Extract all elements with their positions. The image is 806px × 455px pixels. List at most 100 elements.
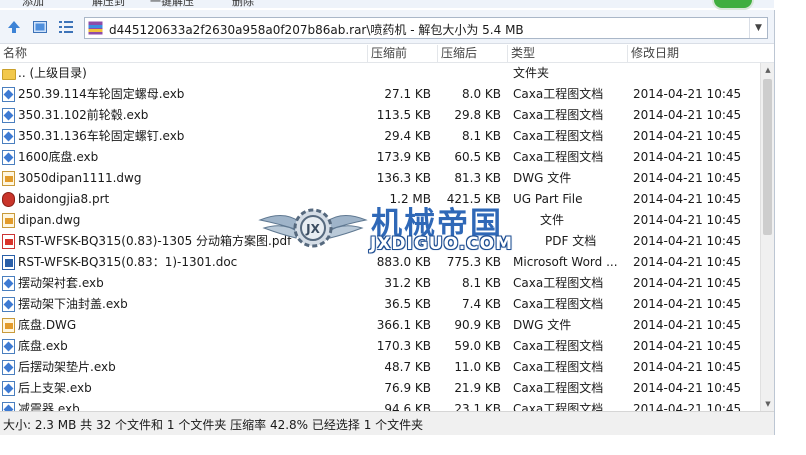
list-item[interactable]: 底盘.exb 170.3 KB 59.0 KB Caxa工程图文档 2014-0… [0, 336, 760, 357]
file-size: 366.1 KB [376, 318, 431, 332]
file-size: 94.6 KB [384, 402, 431, 411]
file-date: 2014-04-21 10:45 [633, 213, 742, 227]
vertical-scrollbar[interactable]: ▲ ▼ [760, 63, 774, 411]
file-type: Caxa工程图文档 [513, 129, 604, 143]
list-item[interactable]: 3050dipan1111.dwg 136.3 KB 81.3 KB DWG 文… [0, 168, 760, 189]
pdf-file-icon [2, 234, 15, 249]
list-item-parent-folder[interactable]: .. (上级目录) 文件夹 [0, 63, 760, 84]
file-name: 350.31.136车轮固定螺钉.exb [18, 129, 185, 143]
exb-file-icon [2, 108, 15, 123]
list-item[interactable]: 250.39.114车轮固定螺母.exb 27.1 KB 8.0 KB Caxa… [0, 84, 760, 105]
file-type: Caxa工程图文档 [513, 150, 604, 164]
column-size-header[interactable]: 压缩前 [368, 45, 438, 62]
file-packed-size: 775.3 KB [446, 255, 501, 269]
list-item[interactable]: 350.31.136车轮固定螺钉.exb 29.4 KB 8.1 KB Caxa… [0, 126, 760, 147]
file-type: Caxa工程图文档 [513, 276, 604, 290]
dwg-file-icon [2, 318, 15, 333]
security-shield-icon[interactable] [712, 0, 754, 10]
file-size: 48.7 KB [384, 360, 431, 374]
file-packed-size: 8.1 KB [462, 129, 501, 143]
column-packed-header[interactable]: 压缩后 [438, 45, 508, 62]
exb-file-icon [2, 381, 15, 396]
file-name: 350.31.102前轮毂.exb [18, 108, 149, 122]
file-type: Caxa工程图文档 [513, 402, 604, 411]
window-edge [774, 10, 806, 435]
list-item[interactable]: 350.31.102前轮毂.exb 113.5 KB 29.8 KB Caxa工… [0, 105, 760, 126]
file-date: 2014-04-21 10:45 [633, 108, 742, 122]
list-item[interactable]: 摆动架衬套.exb 31.2 KB 8.1 KB Caxa工程图文档 2014-… [0, 273, 760, 294]
exb-file-icon [2, 150, 15, 165]
file-date: 2014-04-21 10:45 [633, 297, 742, 311]
file-date: 2014-04-21 10:45 [633, 276, 742, 290]
file-date: 2014-04-21 10:45 [633, 234, 742, 248]
add-button[interactable]: 添加 [22, 0, 44, 8]
file-size: 1.2 MB [389, 192, 431, 206]
file-date: 2014-04-21 10:45 [633, 255, 742, 269]
list-item[interactable]: RST-WFSK-BQ315(0.83：1)-1301.doc 883.0 KB… [0, 252, 760, 273]
doc-file-icon [2, 255, 15, 270]
file-date: 2014-04-21 10:45 [633, 402, 742, 411]
prt-file-icon [2, 192, 15, 207]
list-item[interactable]: RST-WFSK-BQ315(0.83)-1305 分动箱方案图.pdf PDF… [0, 231, 760, 252]
file-type: Caxa工程图文档 [513, 87, 604, 101]
file-packed-size: 421.5 KB [446, 192, 501, 206]
file-packed-size: 81.3 KB [454, 171, 501, 185]
list-item[interactable]: 摆动架下油封盖.exb 36.5 KB 7.4 KB Caxa工程图文档 201… [0, 294, 760, 315]
view-icon[interactable] [30, 17, 50, 37]
file-size: 170.3 KB [376, 339, 431, 353]
exb-file-icon [2, 402, 15, 411]
list-item[interactable]: 减震器.exb 94.6 KB 23.1 KB Caxa工程图文档 2014-0… [0, 399, 760, 411]
file-packed-size: 11.0 KB [454, 360, 501, 374]
exb-file-icon [2, 276, 15, 291]
delete-button[interactable]: 删除 [232, 0, 254, 8]
desktop-background [0, 435, 806, 455]
exb-file-icon [2, 360, 15, 375]
address-bar-row: d445120633a2f2630a958a0f207b86ab.rar\喷药机… [0, 10, 774, 44]
file-date: 2014-04-21 10:45 [633, 87, 742, 101]
list-item[interactable]: 后摆动架垫片.exb 48.7 KB 11.0 KB Caxa工程图文档 201… [0, 357, 760, 378]
scroll-up-arrow-icon[interactable]: ▲ [761, 63, 775, 77]
file-name: 底盘.DWG [18, 318, 77, 332]
list-view-icon[interactable] [56, 17, 76, 37]
exb-file-icon [2, 339, 15, 354]
file-name: dipan.dwg [18, 213, 81, 227]
file-packed-size: 7.4 KB [462, 297, 501, 311]
exb-file-icon [2, 87, 15, 102]
file-size: 113.5 KB [376, 108, 431, 122]
file-packed-size: 8.0 KB [462, 87, 501, 101]
file-packed-size: 29.8 KB [454, 108, 501, 122]
file-size: 29.4 KB [384, 129, 431, 143]
file-size: 136.3 KB [376, 171, 431, 185]
file-type: Caxa工程图文档 [513, 108, 604, 122]
address-field[interactable]: d445120633a2f2630a958a0f207b86ab.rar\喷药机… [84, 17, 768, 39]
file-type: Caxa工程图文档 [513, 339, 604, 353]
file-packed-size: 59.0 KB [454, 339, 501, 353]
column-name-header[interactable]: 名称 [0, 45, 368, 62]
list-item[interactable]: 底盘.DWG 366.1 KB 90.9 KB DWG 文件 2014-04-2… [0, 315, 760, 336]
file-packed-size: 23.1 KB [454, 402, 501, 411]
column-type-header[interactable]: 类型 [508, 45, 628, 62]
file-date: 2014-04-21 10:45 [633, 150, 742, 164]
column-modified-header[interactable]: 修改日期 [628, 45, 774, 62]
file-packed-size: 21.9 KB [454, 381, 501, 395]
file-date: 2014-04-21 10:45 [633, 381, 742, 395]
scroll-down-arrow-icon[interactable]: ▼ [761, 397, 775, 411]
list-item[interactable]: dipan.dwg 文件 2014-04-21 10:45 [0, 210, 760, 231]
status-bar: 大小: 2.3 MB 共 32 个文件和 1 个文件夹 压缩率 42.8% 已经… [0, 411, 774, 435]
file-name: RST-WFSK-BQ315(0.83)-1305 分动箱方案图.pdf [18, 234, 292, 248]
one-click-extract-button[interactable]: 一键解压 [150, 0, 194, 8]
list-item[interactable]: 1600底盘.exb 173.9 KB 60.5 KB Caxa工程图文档 20… [0, 147, 760, 168]
list-item[interactable]: baidongjia8.prt 1.2 MB 421.5 KB UG Part … [0, 189, 760, 210]
file-type: DWG 文件 [513, 171, 572, 185]
chevron-down-icon[interactable]: ▼ [749, 18, 767, 38]
exb-file-icon [2, 129, 15, 144]
file-size: 883.0 KB [376, 255, 431, 269]
file-name: 250.39.114车轮固定螺母.exb [18, 87, 185, 101]
extract-button[interactable]: 解压到 [92, 0, 125, 8]
column-header: 名称 压缩前 压缩后 类型 修改日期 [0, 44, 774, 63]
up-arrow-icon[interactable] [4, 17, 24, 37]
list-item[interactable]: 后上支架.exb 76.9 KB 21.9 KB Caxa工程图文档 2014-… [0, 378, 760, 399]
scrollbar-thumb[interactable] [763, 79, 772, 235]
file-date: 2014-04-21 10:45 [633, 318, 742, 332]
address-path: d445120633a2f2630a958a0f207b86ab.rar\喷药机… [109, 23, 524, 37]
